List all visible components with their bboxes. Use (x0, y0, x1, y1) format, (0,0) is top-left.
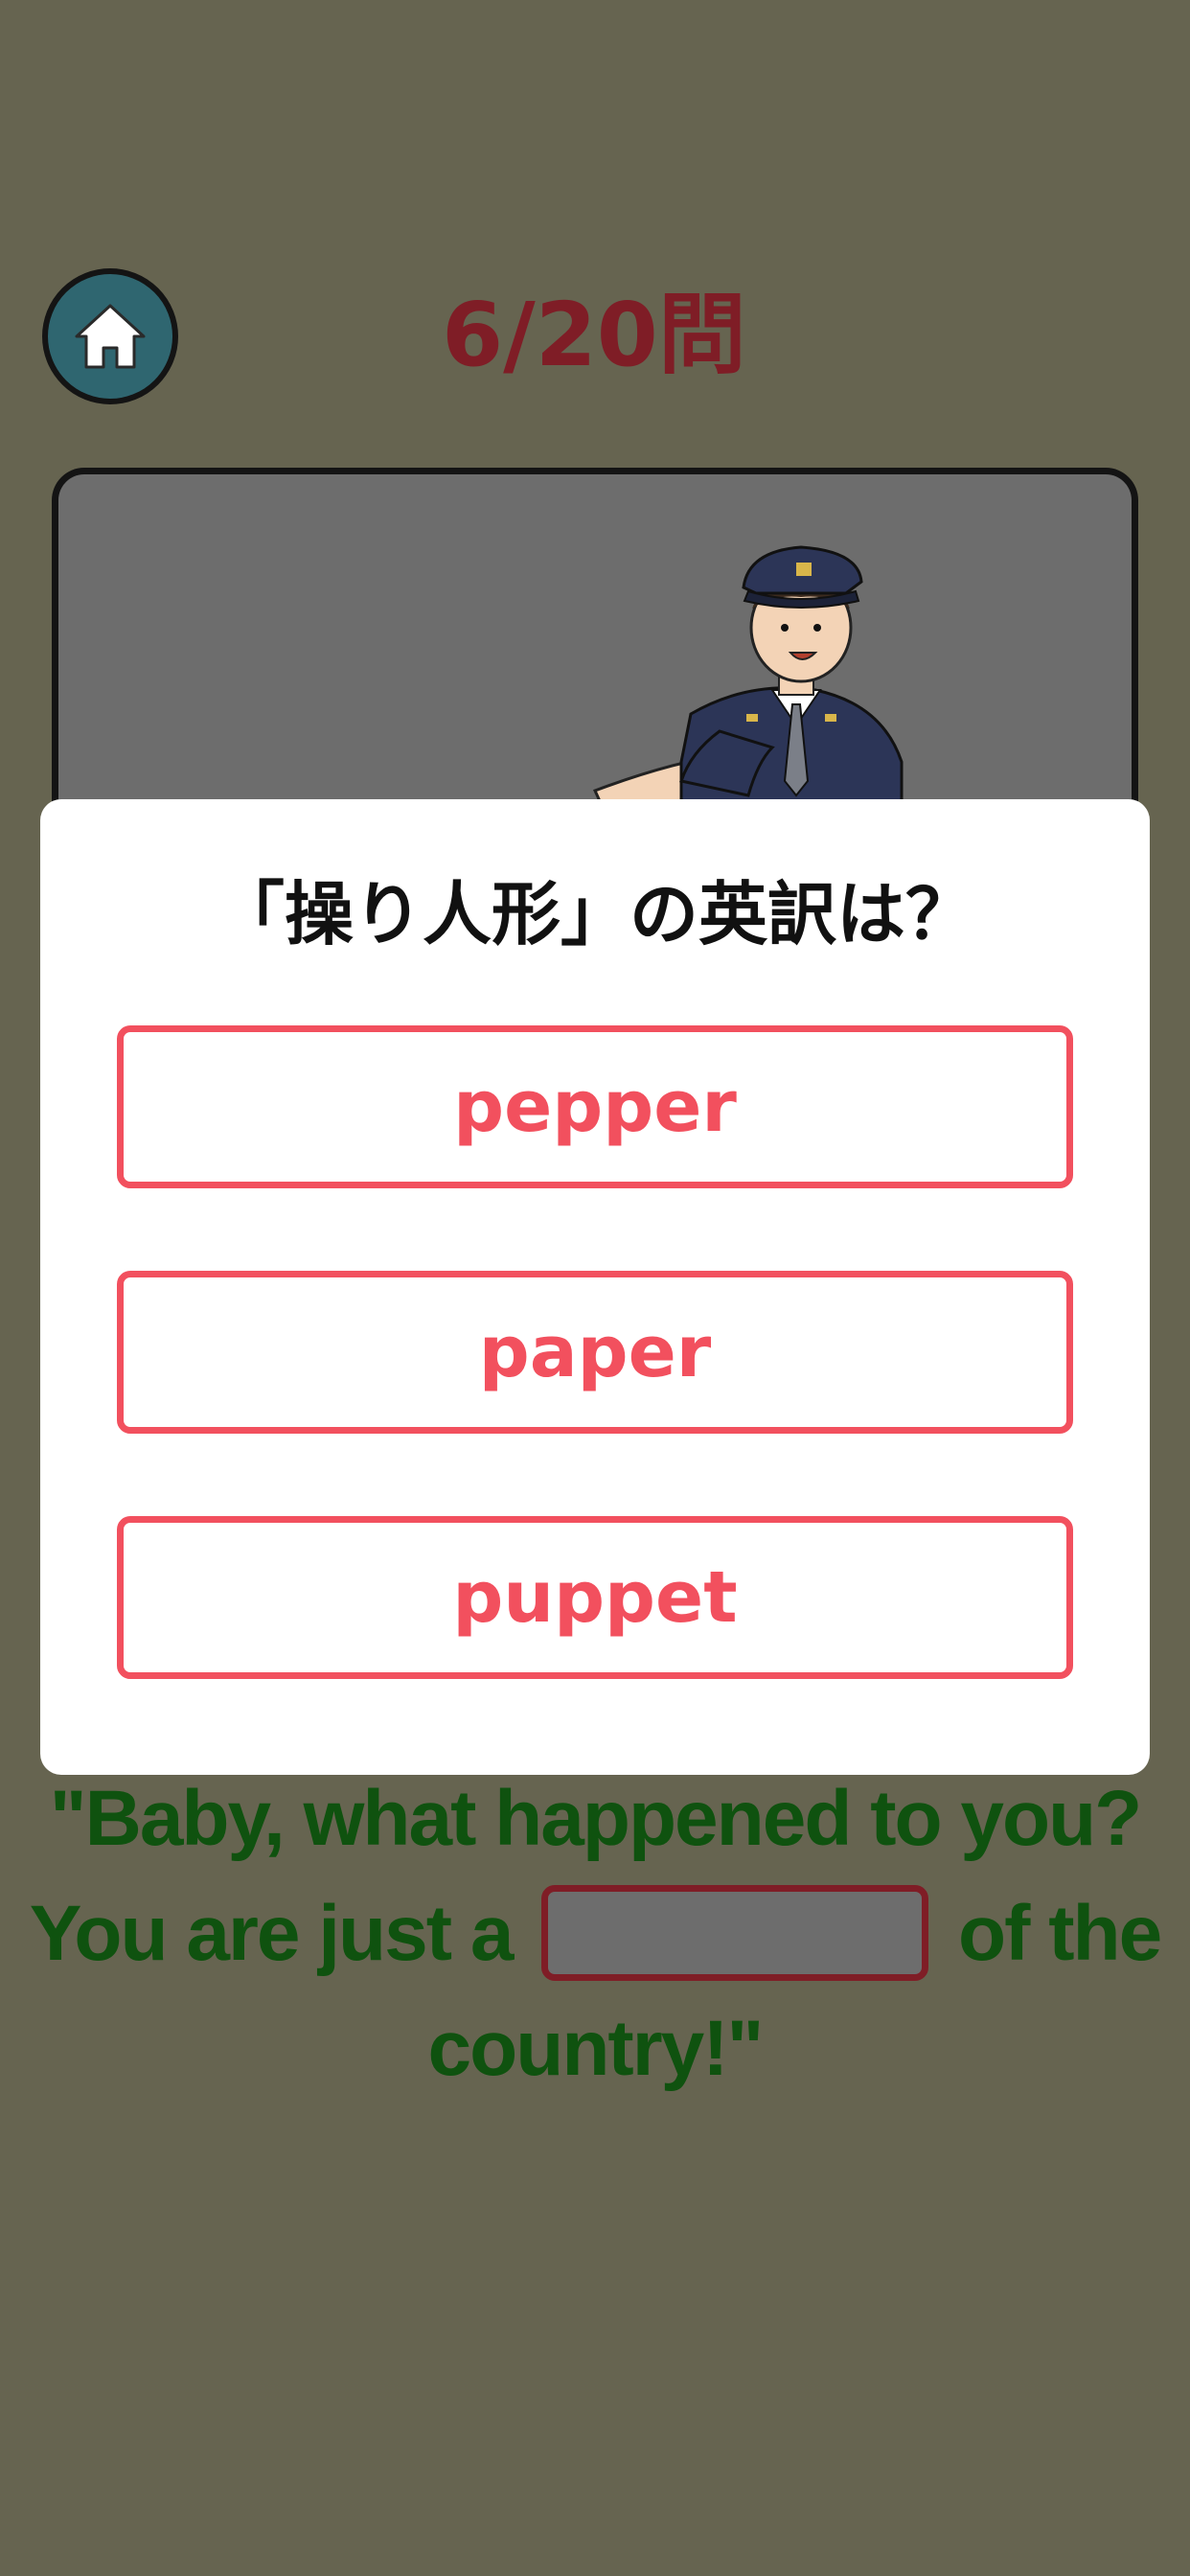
answer-dialog: 「操り人形」の英訳は？ pepper paper puppet (40, 799, 1150, 1775)
sentence-line-2-start: You are just a (29, 1890, 515, 1977)
quiz-sentence: "Baby, what happened to you? You are jus… (0, 1761, 1190, 2106)
answer-blank (541, 1885, 929, 1982)
home-icon (75, 304, 146, 369)
question-progress: 6/20問 (442, 284, 746, 386)
home-button[interactable] (42, 268, 178, 404)
sentence-line-2: You are just a of the (0, 1876, 1190, 1991)
choice-button-3[interactable]: puppet (117, 1516, 1073, 1679)
choice-button-1[interactable]: pepper (117, 1025, 1073, 1188)
choice-button-2[interactable]: paper (117, 1271, 1073, 1434)
sentence-line-1: "Baby, what happened to you? (49, 1775, 1143, 1862)
question-text: 「操り人形」の英訳は？ (215, 874, 974, 954)
sentence-line-2-end: of the (958, 1890, 1162, 1977)
sentence-line-3: country!" (427, 2005, 765, 2092)
